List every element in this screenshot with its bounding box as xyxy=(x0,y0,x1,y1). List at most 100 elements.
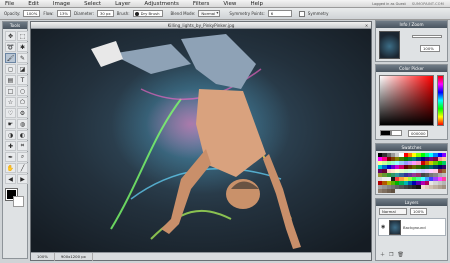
clone-icon[interactable]: ✚ xyxy=(5,141,16,151)
text-icon[interactable]: T xyxy=(17,75,28,85)
tool-grid: ✥ ⬚ ➰ ✱ 🖌 ✎ ◻ ◪ ▤ T □ ○ ☆ ⬠ ♡ ⚙ ☛ ◍ ◑ ◐ ✚ ⌗ ✒ ⌕ ✋ ╱ ◀ ▶ xyxy=(3,29,28,186)
gradient-icon[interactable]: ▤ xyxy=(5,75,16,85)
symmetry-checkbox[interactable] xyxy=(298,10,305,17)
opacity-label: Opacity: xyxy=(4,11,21,16)
menu-adjustments[interactable]: Adjustments xyxy=(137,1,185,7)
flow-input[interactable]: 13% xyxy=(56,10,72,17)
menu-bar: File Edit Image Select Layer Adjustments… xyxy=(0,0,450,8)
layers-title: Layers xyxy=(376,199,447,206)
blend-mode-label: Blend Mode: xyxy=(170,11,196,16)
gear-icon[interactable]: ⚙ xyxy=(17,108,28,118)
options-bar: Opacity: 100% Flow: 13% Diameter: 30 px … xyxy=(0,8,450,20)
new-layer-icon[interactable]: ＋ xyxy=(380,251,385,258)
image-size: 900x1200 px xyxy=(55,252,93,261)
layer-name: Background xyxy=(403,224,426,230)
duplicate-layer-icon[interactable]: ❐ xyxy=(389,252,393,258)
current-color-swatch xyxy=(380,130,391,136)
brush-tip-icon xyxy=(134,11,139,16)
burn-icon[interactable]: ◐ xyxy=(17,130,28,140)
menu-help[interactable]: Help xyxy=(243,1,270,7)
eyedropper-icon[interactable]: ✒ xyxy=(5,152,16,162)
canvas[interactable] xyxy=(31,29,371,252)
hue-slider[interactable] xyxy=(437,75,444,126)
symmetry-points-label: Symmetry Points: xyxy=(229,11,265,16)
shape-rect-icon[interactable]: □ xyxy=(5,86,16,96)
color-picker-panel: Color Picker 000000 xyxy=(375,64,448,140)
line-icon[interactable]: ╱ xyxy=(17,163,28,173)
menu-file[interactable]: File xyxy=(0,1,21,7)
arrow-right-icon[interactable]: ▶ xyxy=(17,174,28,184)
diameter-label: Diameter: xyxy=(74,11,94,16)
brand-logo[interactable]: SUMOPAINT.COM xyxy=(412,2,444,6)
color-picker-title: Color Picker xyxy=(376,65,447,72)
navigator-thumbnail[interactable] xyxy=(379,31,400,59)
zoom-level[interactable]: 100% xyxy=(31,252,55,261)
saturation-value-field[interactable] xyxy=(379,75,434,126)
zoom-slider[interactable] xyxy=(412,35,442,38)
dodge-icon[interactable]: ◑ xyxy=(5,130,16,140)
document-window: Killing_lights_by_PinkyPinker.jpg ✕ 100%… xyxy=(30,21,372,261)
lasso-icon[interactable]: ➰ xyxy=(5,42,16,52)
blur-icon[interactable]: ◍ xyxy=(17,119,28,129)
new-color-swatch xyxy=(391,130,402,136)
layer-footer: ＋ ❐ 🗑 xyxy=(378,251,446,259)
swatches-title: Swatches xyxy=(376,144,447,151)
symmetry-points-input[interactable]: 6 xyxy=(267,10,292,17)
move-icon[interactable]: ✥ xyxy=(5,31,16,41)
symmetry-label: Symmetry xyxy=(307,11,329,16)
document-status-bar: 100% 900x1200 px xyxy=(31,252,371,261)
layer-opacity-group: 100% xyxy=(410,208,446,215)
brush-name: Dry Brush xyxy=(140,11,160,16)
login-status[interactable]: Logged in as Guest xyxy=(372,2,406,6)
menu-edit[interactable]: Edit xyxy=(21,1,46,7)
heart-icon[interactable]: ♡ xyxy=(5,108,16,118)
flow-label: Flow: xyxy=(43,11,54,16)
info-zoom-panel: Info / Zoom 100% xyxy=(375,20,448,62)
opacity-input[interactable]: 100% xyxy=(23,10,41,17)
blend-mode-select[interactable]: Normal xyxy=(198,10,221,17)
shape-ellipse-icon[interactable]: ○ xyxy=(17,86,28,96)
diameter-input[interactable]: 30 px xyxy=(96,10,114,17)
marquee-icon[interactable]: ⬚ xyxy=(17,31,28,41)
magic-wand-icon[interactable]: ✱ xyxy=(17,42,28,52)
zoom-input[interactable]: 100% xyxy=(420,45,440,52)
bucket-icon[interactable]: ◪ xyxy=(17,64,28,74)
tools-title: Tools xyxy=(3,22,27,29)
eraser-icon[interactable]: ◻ xyxy=(5,64,16,74)
eye-icon[interactable]: ◉ xyxy=(381,224,387,230)
info-zoom-title: Info / Zoom xyxy=(376,21,447,28)
layer-thumbnail xyxy=(389,219,401,235)
polygon-icon[interactable]: ⬠ xyxy=(17,97,28,107)
document-title: Killing_lights_by_PinkyPinker.jpg xyxy=(167,23,235,28)
layer-opacity-input[interactable]: 100% xyxy=(410,208,427,215)
arrow-left-icon[interactable]: ◀ xyxy=(5,174,16,184)
brush-icon[interactable]: 🖌 xyxy=(5,53,16,63)
menu-image[interactable]: Image xyxy=(46,1,77,7)
menu-view[interactable]: View xyxy=(216,1,243,7)
menu-filters[interactable]: Filters xyxy=(186,1,217,7)
hex-input[interactable]: 000000 xyxy=(408,130,428,137)
document-title-bar: Killing_lights_by_PinkyPinker.jpg ✕ xyxy=(31,22,371,29)
canvas-artwork xyxy=(31,29,371,252)
swatch-grid xyxy=(378,153,446,193)
pencil-icon[interactable]: ✎ xyxy=(17,53,28,63)
menu-select[interactable]: Select xyxy=(77,1,108,7)
menu-layer[interactable]: Layer xyxy=(108,1,137,7)
zoom-icon[interactable]: ⌕ xyxy=(17,152,28,162)
swatch[interactable] xyxy=(441,185,446,189)
hand-icon[interactable]: ✋ xyxy=(5,163,16,173)
layer-blend-mode-select[interactable]: Normal xyxy=(379,208,407,215)
star-icon[interactable]: ☆ xyxy=(5,97,16,107)
swatch[interactable] xyxy=(390,189,395,193)
layer-row[interactable]: ◉ Background xyxy=(378,218,446,236)
close-icon[interactable]: ✕ xyxy=(364,23,369,28)
crop-icon[interactable]: ⌗ xyxy=(17,141,28,151)
background-color[interactable] xyxy=(13,196,24,207)
tools-panel: Tools ✥ ⬚ ➰ ✱ 🖌 ✎ ◻ ◪ ▤ T □ ○ ☆ ⬠ ♡ ⚙ ☛ ◍ ◑ ◐ ✚ ⌗ ✒ ⌕ ✋ ╱ ◀ ▶ xyxy=(2,21,28,259)
brush-label: Brush: xyxy=(116,11,130,16)
brush-select[interactable]: Dry Brush xyxy=(132,10,164,17)
delete-layer-icon[interactable]: 🗑 xyxy=(398,252,404,258)
smudge-icon[interactable]: ☛ xyxy=(5,119,16,129)
swatches-panel: Swatches xyxy=(375,143,448,195)
layers-panel: Layers Normal 100% ◉ Background ＋ ❐ 🗑 xyxy=(375,198,448,261)
